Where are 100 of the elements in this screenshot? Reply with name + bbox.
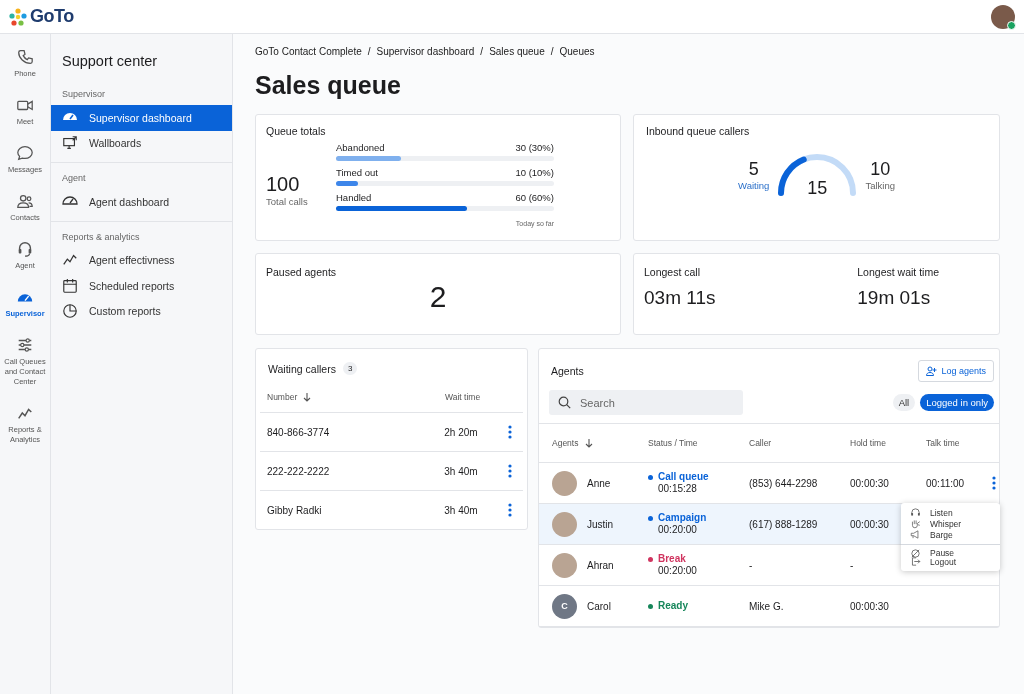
gauge-total: 15: [806, 178, 829, 199]
stat-label: Longest wait time: [857, 266, 939, 278]
initial-avatar: C: [552, 593, 577, 619]
column-header: Caller: [749, 438, 772, 448]
caller-cell: (853) 644-2298: [749, 477, 818, 489]
bar-label: Timed out: [336, 167, 378, 178]
agent-name: Ahran: [587, 559, 614, 571]
kebab-icon: [508, 503, 512, 517]
agent-name: Justin: [587, 518, 614, 530]
phone-icon: [16, 48, 34, 66]
breadcrumb-separator: /: [550, 46, 554, 57]
sort-arrow-icon[interactable]: [302, 392, 313, 402]
sidebar-title: Support center: [61, 52, 159, 71]
calendar-icon: [62, 277, 78, 294]
menu-item[interactable]: Logout: [901, 556, 1000, 567]
chat-bubble-icon: [16, 144, 34, 162]
online-status-dot: [1007, 20, 1016, 30]
hold-time-cell: 00:00:30: [850, 518, 889, 530]
section-heading: Reports & analytics: [61, 231, 141, 244]
column-header[interactable]: Number: [267, 392, 298, 402]
sidebar-item[interactable]: Custom reports: [51, 298, 232, 324]
headphones-icon: [910, 507, 921, 518]
bar-reading: 10 (10%): [515, 167, 554, 178]
status-label: Break: [658, 553, 687, 565]
bar-label: Handled: [336, 192, 372, 203]
card-title: Waiting callers: [268, 362, 336, 375]
breadcrumb-link[interactable]: GoTo Contact Complete: [255, 46, 362, 57]
user-avatar[interactable]: [991, 4, 1015, 29]
agent-row[interactable]: C Carol Ready Mike G. 00:00:30: [539, 586, 999, 627]
talk-time-cell: 00:11:00: [926, 477, 965, 489]
search-field[interactable]: Search: [549, 390, 743, 415]
total-calls-value: 100: [266, 172, 301, 196]
waiting-count: 5: [748, 159, 759, 180]
sidebar-item[interactable]: Agent dashboard: [51, 189, 232, 215]
photo-placeholder: [552, 470, 577, 496]
sidebar-item[interactable]: Agent effectivness: [51, 247, 232, 273]
card-title: Paused agents: [266, 266, 338, 278]
table-cell-text: 2h 20m: [444, 426, 479, 438]
breadcrumb-link[interactable]: Queues: [559, 46, 595, 57]
status-label: Campaign: [658, 512, 708, 524]
breadcrumb-separator: /: [367, 46, 371, 57]
table-cell-text: 222-222-2222: [267, 465, 331, 477]
stat-value: 19m 01s: [857, 287, 932, 309]
breadcrumb-separator: /: [480, 46, 484, 57]
card-title: Queue totals: [266, 125, 327, 137]
talking-label: Talking: [865, 180, 895, 191]
column-header: Talk time: [926, 438, 960, 448]
add-person-icon: [926, 366, 938, 376]
card-title: Agents: [551, 365, 584, 377]
log-agents-button[interactable]: Log agents: [918, 360, 994, 382]
card-title: Inbound queue callers: [646, 125, 751, 137]
caller-cell: -: [749, 559, 753, 571]
breadcrumb-link[interactable]: Supervisor dashboard: [376, 46, 475, 57]
paused-agents-value: 2: [428, 280, 448, 314]
pause-circle-icon: [910, 547, 921, 559]
menu-item[interactable]: Whisper: [901, 518, 1000, 529]
menu-item[interactable]: Listen: [901, 507, 1000, 518]
stat-value: 03m 11s: [644, 287, 716, 309]
column-header: Wait time: [445, 392, 482, 402]
column-header: Hold time: [850, 438, 886, 448]
people-icon: [16, 192, 34, 210]
bar-label: Abandoned: [336, 142, 385, 153]
hand-icon: [910, 518, 921, 529]
table-cell-text: 3h 40m: [444, 465, 479, 477]
hold-time-cell: 00:00:30: [850, 477, 889, 489]
filter-chip[interactable]: All: [892, 394, 916, 411]
menu-item[interactable]: Pause: [901, 544, 1000, 556]
bar-reading: 60 (60%): [515, 192, 554, 203]
table-cell-text: Gibby Radki: [267, 504, 323, 516]
sidebar-item[interactable]: Wallboards: [51, 130, 232, 156]
status-time: 00:20:00: [658, 565, 698, 577]
filter-chip[interactable]: Logged in only: [920, 394, 994, 411]
status-label: Call queue: [658, 471, 710, 483]
hold-time-cell: 00:00:30: [850, 600, 889, 612]
waiting-label: Waiting: [738, 180, 770, 191]
section-heading: Supervisor: [61, 89, 107, 101]
megaphone-icon: [910, 529, 921, 540]
sidebar-item[interactable]: Scheduled reports: [51, 273, 232, 299]
hold-time-cell: -: [850, 559, 854, 571]
flower-logo-icon: [9, 7, 27, 26]
speedometer-icon: [62, 112, 78, 122]
column-header: Status / Time: [648, 438, 698, 448]
kebab-icon: [508, 425, 512, 439]
column-header[interactable]: Agents: [552, 438, 579, 448]
pie-chart-icon: [62, 303, 78, 320]
status-time: 00:20:00: [658, 524, 698, 536]
sort-arrow-icon[interactable]: [584, 438, 595, 448]
sidebar-item[interactable]: Supervisor dashboard: [51, 105, 232, 131]
total-calls-label: Total calls: [266, 195, 309, 207]
photo-placeholder: [552, 552, 577, 578]
breadcrumb-link[interactable]: Sales queue: [489, 46, 545, 57]
speedometer-icon: [62, 196, 78, 206]
menu-item[interactable]: Barge: [901, 529, 1000, 540]
table-cell-text: 840-866-3774: [267, 426, 331, 438]
agent-name: Anne: [587, 477, 611, 489]
stat-label: Longest call: [644, 266, 702, 278]
caller-cell: Mike G.: [749, 600, 784, 612]
bar-reading: 30 (30%): [515, 142, 554, 153]
logout-icon: [910, 556, 921, 567]
table-cell-text: 3h 40m: [444, 504, 479, 516]
